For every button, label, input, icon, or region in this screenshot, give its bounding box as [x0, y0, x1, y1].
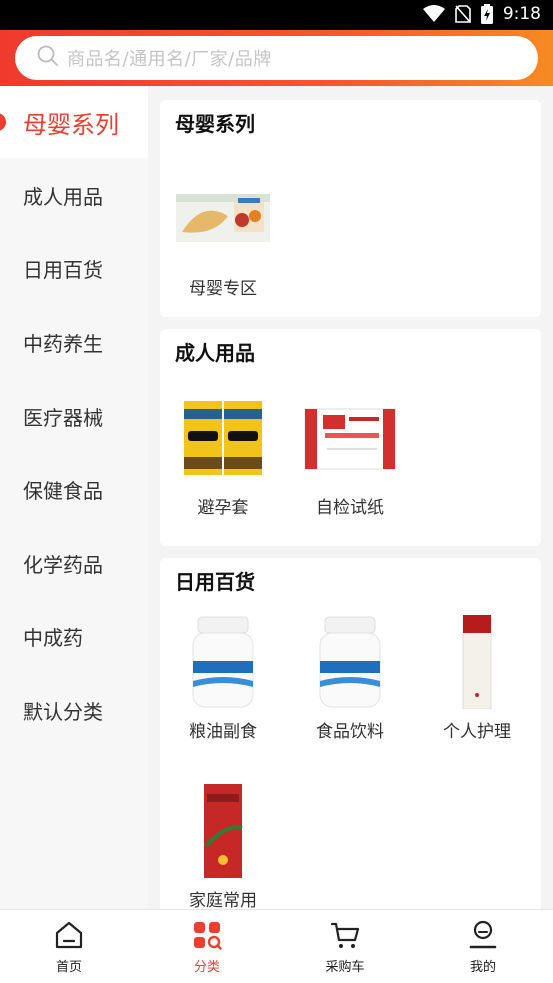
sidebar-item-daily-goods[interactable]: 日用百货: [0, 232, 148, 304]
search-input[interactable]: 商品名/通用名/厂家/品牌: [15, 36, 538, 80]
sidebar-item-label: 化学药品: [23, 552, 103, 577]
battery-charging-icon: [480, 4, 493, 24]
wifi-icon: [422, 5, 445, 23]
product-image-grain-oil: [176, 615, 270, 709]
section-title: 母婴系列: [175, 112, 255, 136]
tab-profile[interactable]: 我的: [414, 910, 552, 983]
product-label: 食品饮料: [316, 722, 384, 742]
sidebar-item-chemical-drugs[interactable]: 化学药品: [0, 527, 148, 599]
sidebar-item-health-food[interactable]: 保健食品: [0, 453, 148, 525]
home-icon: [54, 920, 84, 950]
sidebar-item-label: 成人用品: [23, 184, 103, 209]
no-sim-icon: [455, 5, 471, 23]
sidebar-item-medical-devices[interactable]: 医疗器械: [0, 380, 148, 452]
sidebar-item-adult[interactable]: 成人用品: [0, 159, 148, 231]
section-card: 母婴系列 母婴专区: [160, 100, 541, 317]
bottom-tab-bar: 首页 分类 采购车 我的: [0, 909, 553, 983]
sidebar-item-default[interactable]: 默认分类: [0, 674, 148, 746]
section-card: 日用百货 粮油副食 食品饮料 个人护理 家庭常用: [160, 558, 541, 909]
tab-label: 我的: [469, 960, 496, 975]
status-bar: 9:18: [0, 0, 553, 30]
tab-cart[interactable]: 采购车: [276, 910, 414, 983]
tab-label: 分类: [193, 960, 220, 975]
product-image-test-strip: [303, 391, 397, 485]
category-content: 母婴系列 母婴专区 成人用品 避孕套 自检试纸 日用百货 粮油副食 食品饮料 个…: [148, 86, 553, 909]
sidebar-item-label: 中药养生: [23, 331, 103, 356]
product-label: 避孕套: [197, 498, 249, 518]
product-item[interactable]: 个人护理: [417, 605, 537, 755]
product-image-maternal: [176, 172, 270, 266]
product-item[interactable]: 食品饮料: [290, 605, 410, 755]
sidebar-item-label: 保健食品: [23, 478, 103, 503]
sidebar-item-label: 中成药: [23, 625, 83, 650]
product-image-food-drinks: [303, 615, 397, 709]
sidebar-item-label: 默认分类: [23, 699, 103, 724]
section-title: 日用百货: [175, 570, 255, 594]
active-indicator: [0, 113, 6, 131]
section-card: 成人用品 避孕套 自检试纸: [160, 329, 541, 546]
product-label: 个人护理: [443, 722, 511, 742]
product-image-household: [176, 784, 270, 878]
sidebar-item-label: 日用百货: [23, 257, 103, 282]
sidebar-item-label: 医疗器械: [23, 405, 103, 430]
product-item[interactable]: 粮油副食: [163, 605, 283, 755]
product-item[interactable]: 家庭常用: [163, 774, 283, 909]
product-image-personal-care: [430, 614, 524, 710]
header: 商品名/通用名/厂家/品牌: [0, 30, 553, 86]
tab-label: 首页: [55, 960, 82, 975]
cart-icon: [330, 920, 360, 950]
category-sidebar: 母婴系列 成人用品 日用百货 中药养生 医疗器械 保健食品 化学药品 中成药 默…: [0, 86, 148, 909]
product-label: 母婴专区: [189, 279, 257, 299]
search-placeholder: 商品名/通用名/厂家/品牌: [67, 49, 272, 70]
sidebar-item-label: 母婴系列: [23, 110, 119, 139]
product-image-condom: [176, 391, 270, 485]
category-grid-icon: [192, 920, 222, 950]
sidebar-item-maternal-baby[interactable]: 母婴系列: [0, 86, 148, 158]
status-time: 9:18: [502, 4, 541, 24]
product-label: 家庭常用: [189, 891, 257, 909]
product-label: 自检试纸: [316, 498, 384, 518]
search-icon: [37, 45, 59, 71]
tab-category[interactable]: 分类: [138, 910, 276, 983]
product-item[interactable]: 避孕套: [163, 381, 283, 531]
tab-label: 采购车: [325, 960, 365, 975]
sidebar-item-chinese-patent-medicine[interactable]: 中成药: [0, 600, 148, 672]
tab-home[interactable]: 首页: [0, 910, 138, 983]
sidebar-item-tcm-health[interactable]: 中药养生: [0, 306, 148, 378]
product-item[interactable]: 母婴专区: [163, 162, 283, 312]
product-label: 粮油副食: [189, 722, 257, 742]
profile-icon: [468, 920, 498, 950]
product-item[interactable]: 自检试纸: [290, 381, 410, 531]
section-title: 成人用品: [175, 341, 255, 365]
